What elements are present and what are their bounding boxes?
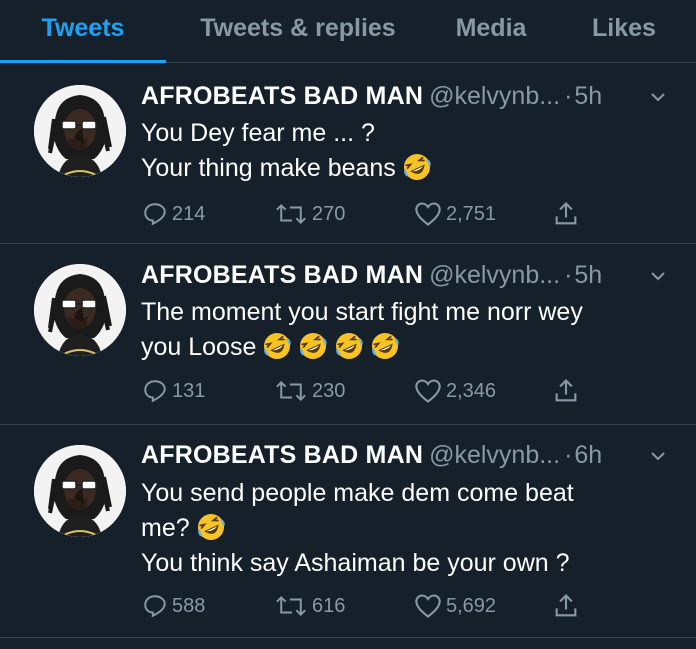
tweet-text-line: you Loose	[141, 330, 583, 365]
tweet-actions: 588 616 5,692	[0, 591, 696, 621]
separator-dot: ·	[564, 82, 573, 110]
retweet-icon	[276, 595, 306, 617]
separator-dot: ·	[564, 441, 573, 469]
separator-dot: ·	[564, 261, 573, 289]
tweet-text: The moment you start fight me norr wey y…	[141, 295, 583, 365]
share-button[interactable]	[552, 376, 584, 406]
tweet-header: AFROBEATS BAD MAN @kelvynb... ·6h	[141, 439, 671, 471]
retweet-count: 270	[312, 202, 346, 225]
tweet-time[interactable]: 6h	[574, 441, 602, 469]
tweet-text: You Dey fear me ... ? Your thing make be…	[141, 116, 432, 186]
tweet-text-line: You Dey fear me ... ?	[141, 119, 375, 147]
rofl-emoji-icon	[334, 331, 364, 361]
retweet-button[interactable]: 616	[274, 591, 345, 621]
tweet-time[interactable]: 5h	[574, 261, 602, 289]
tab-tweets-and-replies[interactable]: Tweets & replies	[166, 0, 430, 62]
reply-icon	[144, 595, 166, 618]
avatar[interactable]	[34, 85, 126, 177]
retweet-icon	[276, 203, 306, 225]
tweet-actions: 131 230 2,346	[0, 376, 696, 406]
tweet-text-line: The moment you start fight me norr wey	[141, 298, 583, 326]
like-button[interactable]: 5,692	[414, 591, 496, 621]
tab-tweets[interactable]: Tweets	[0, 0, 166, 63]
rofl-emoji-icon	[402, 152, 432, 182]
tweet-text-line: Your thing make beans	[141, 151, 432, 186]
reply-button[interactable]: 214	[142, 199, 205, 229]
tweet-item[interactable]: AFROBEATS BAD MAN @kelvynb... ·5h The mome…	[0, 244, 696, 425]
share-icon	[555, 379, 577, 402]
rofl-emoji-icon	[196, 512, 226, 542]
like-button[interactable]: 2,346	[414, 376, 496, 406]
tweet-item[interactable]: AFROBEATS BAD MAN @kelvynb... ·5h You Dey …	[0, 63, 696, 244]
avatar[interactable]	[34, 445, 126, 537]
reply-icon	[144, 203, 166, 226]
tweet-text-line: You send people make dem come beat	[141, 479, 574, 507]
rofl-emoji-icon	[262, 331, 292, 361]
tweet-text-line-content: Your thing make beans	[141, 154, 396, 182]
tab-likes-label: Likes	[592, 14, 656, 42]
chevron-down-icon[interactable]	[650, 89, 666, 105]
chevron-down-icon[interactable]	[650, 448, 666, 464]
author-name[interactable]: AFROBEATS BAD MAN	[141, 82, 423, 110]
heart-icon	[415, 594, 441, 618]
retweet-count: 230	[312, 379, 346, 402]
reply-button[interactable]: 131	[142, 376, 205, 406]
reply-button[interactable]: 588	[142, 591, 205, 621]
tab-likes[interactable]: Likes	[552, 0, 696, 62]
reply-count: 214	[172, 202, 206, 225]
tweet-header: AFROBEATS BAD MAN @kelvynb... ·5h	[141, 259, 671, 291]
tab-tweets-and-replies-label: Tweets & replies	[200, 14, 396, 42]
author-handle[interactable]: @kelvynb...	[429, 261, 560, 289]
tweet-text: You send people make dem come beat me? Y…	[141, 476, 574, 581]
author-handle[interactable]: @kelvynb...	[429, 82, 560, 110]
avatar[interactable]	[34, 264, 126, 356]
heart-icon	[415, 202, 441, 226]
share-button[interactable]	[552, 199, 584, 229]
tweet-text-line: You think say Ashaiman be your own ?	[141, 549, 570, 577]
share-button[interactable]	[552, 591, 584, 621]
heart-icon	[415, 379, 441, 403]
reply-count: 588	[172, 594, 206, 617]
tweet-actions: 214 270 2,751	[0, 199, 696, 229]
tab-tweets-label: Tweets	[41, 14, 125, 42]
reply-count: 131	[172, 379, 206, 402]
tweet-text-line-content: you Loose	[141, 333, 257, 361]
chevron-down-icon[interactable]	[650, 268, 666, 284]
rofl-emoji-icon	[370, 331, 400, 361]
tweet-text-line-content: me?	[141, 514, 190, 542]
retweet-icon	[276, 380, 306, 402]
retweet-button[interactable]: 230	[274, 376, 345, 406]
tweet-text-line: me?	[141, 511, 574, 546]
tweet-time[interactable]: 5h	[574, 82, 602, 110]
like-count: 2,346	[446, 379, 497, 402]
like-count: 2,751	[446, 202, 497, 225]
tweet-item[interactable]: AFROBEATS BAD MAN @kelvynb... ·6h You send…	[0, 425, 696, 638]
retweet-button[interactable]: 270	[274, 199, 345, 229]
author-name[interactable]: AFROBEATS BAD MAN	[141, 441, 423, 469]
reply-icon	[144, 380, 166, 403]
like-count: 5,692	[446, 594, 497, 617]
profile-tabs: Tweets Tweets & replies Media Likes	[0, 0, 696, 63]
like-button[interactable]: 2,751	[414, 199, 496, 229]
author-handle[interactable]: @kelvynb...	[429, 441, 560, 469]
tab-media-label: Media	[455, 14, 527, 42]
share-icon	[555, 202, 577, 225]
retweet-count: 616	[312, 594, 346, 617]
author-name[interactable]: AFROBEATS BAD MAN	[141, 261, 423, 289]
tab-media[interactable]: Media	[430, 0, 552, 62]
tweet-header: AFROBEATS BAD MAN @kelvynb... ·5h	[141, 80, 671, 112]
share-icon	[555, 594, 577, 617]
rofl-emoji-icon	[298, 331, 328, 361]
